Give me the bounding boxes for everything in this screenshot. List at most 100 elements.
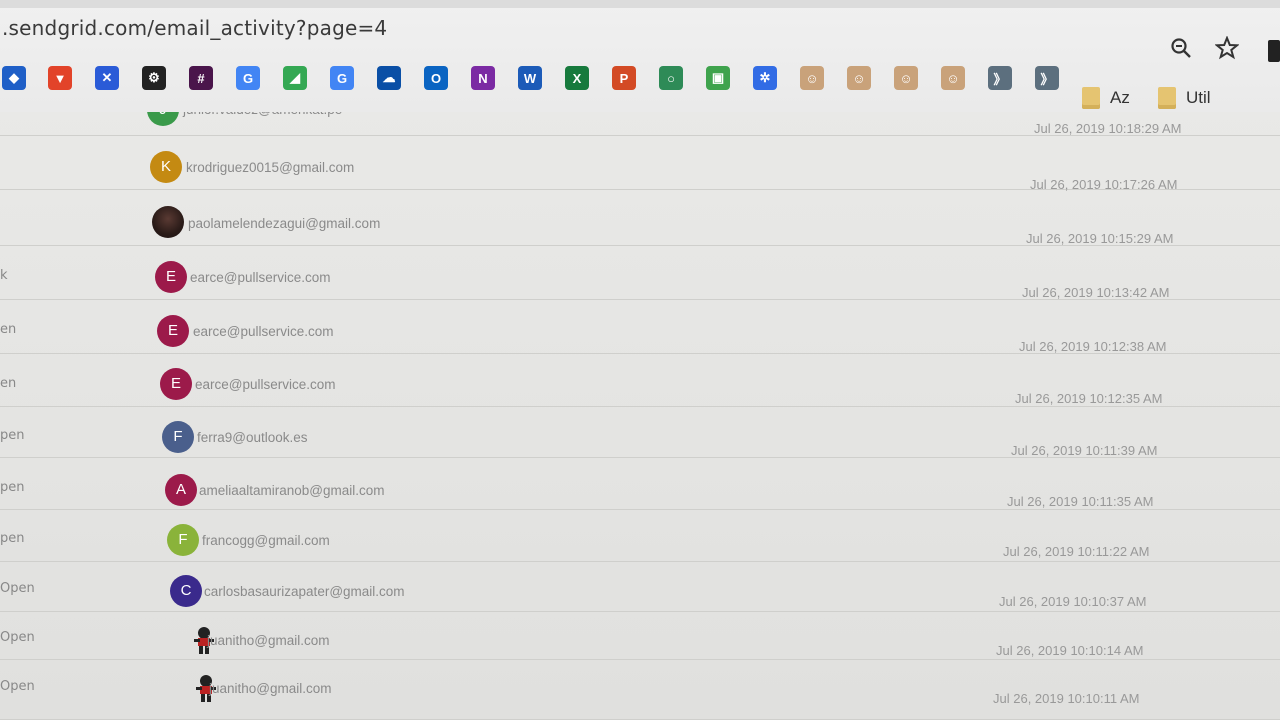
jenkins-icon: ☺ [941,66,965,90]
jenkins-icon: ☺ [800,66,824,90]
outlook-icon: O [424,66,448,90]
recipient-email[interactable]: earce@pullservice.com [195,377,336,392]
extension-icon[interactable] [1268,40,1280,62]
event-timestamp: Jul 26, 2019 10:11:39 AM [1011,443,1158,458]
powerpoint-bookmark[interactable]: P [612,62,636,94]
diamond-icon: ◆ [2,66,26,90]
avatar: F [162,421,194,453]
outlook-bookmark[interactable]: O [424,62,448,94]
event-status: Open [0,630,35,645]
translate-bookmark[interactable]: G [330,62,354,94]
folder-icon [1158,87,1176,109]
event-timestamp: Jul 26, 2019 10:13:42 AM [1022,285,1170,300]
event-status: en [0,376,17,391]
event-status: pen [0,480,25,495]
gitlab-bookmark[interactable]: ▼ [48,62,72,94]
jenkins-icon: ☺ [894,66,918,90]
slack-bookmark[interactable]: # [189,62,213,94]
zoom-icon[interactable] [1168,36,1194,62]
recipient-email[interactable]: krodriguez0015@gmail.com [186,160,354,175]
browser-chrome: .sendgrid.com/email_activity?page=4 ◆ ▼ ✕ ⚙… [0,0,1280,112]
recipient-email[interactable]: earce@pullservice.com [193,324,334,339]
circleci-bookmark[interactable]: ⚙ [142,62,166,94]
recipient-email[interactable]: earce@pullservice.com [190,270,331,285]
email-activity-list: edJjunior.valdez@amerikat.peJul 26, 2019… [0,94,1280,720]
jenkins-icon: ☺ [847,66,871,90]
bookmarks-bar: ◆ ▼ ✕ ⚙ # G ◢ G ☁ O N W X P ○ ▣ ✲ ☺ ☺ ☺ ☺ 》》 Az Util [0,62,1280,109]
avatar: C [170,575,202,607]
recipient-email[interactable]: juanitho@gmail.com [207,633,330,648]
event-status: en [0,322,17,337]
onedrive-icon: ☁ [377,66,401,90]
confluence-bookmark[interactable]: ✕ [95,62,119,94]
jenkins-bookmark-2[interactable]: ☺ [847,62,871,94]
maps-bookmark[interactable]: ◢ [283,62,307,94]
event-status: pen [0,531,25,546]
event-status: Open [0,581,35,596]
google-bookmark[interactable]: G [236,62,260,94]
bookmark-star-icon[interactable] [1214,35,1240,62]
recipient-email[interactable]: ferra9@outlook.es [197,430,308,445]
word-icon: W [518,66,542,90]
event-timestamp: Jul 26, 2019 10:15:29 AM [1026,231,1174,246]
jenkins-bookmark-4[interactable]: ☺ [941,62,965,94]
avatar-photo [152,206,184,238]
kubernetes-icon: ✲ [753,66,777,90]
recipient-email[interactable]: paolamelendezagui@gmail.com [188,216,380,231]
signal-icon: 》 [988,66,1012,90]
cube-icon: ▣ [706,66,730,90]
onenote-icon: N [471,66,495,90]
signal-bookmark-2[interactable]: 》 [1035,62,1059,94]
event-timestamp: Jul 26, 2019 10:11:22 AM [1003,544,1150,559]
excel-icon: X [565,66,589,90]
recipient-email[interactable]: carlosbasaurizapater@gmail.com [204,584,405,599]
folder-label: Util [1186,88,1211,107]
jenkins-bookmark-1[interactable]: ☺ [800,62,824,94]
folder-label: Az [1110,88,1130,107]
event-status: pen [0,428,25,443]
gitlab-icon: ▼ [48,66,72,90]
avatar: E [155,261,187,293]
excel-bookmark[interactable]: X [565,62,589,94]
avatar-cartoon [174,672,216,704]
ring-icon: ○ [659,66,683,90]
avatar: E [157,315,189,347]
slack-icon: # [189,66,213,90]
event-timestamp: Jul 26, 2019 10:18:29 AM [1034,121,1182,136]
folder-az[interactable]: Az [1082,82,1130,114]
recipient-email[interactable]: juanitho@gmail.com [209,681,332,696]
event-timestamp: Jul 26, 2019 10:10:37 AM [999,594,1147,609]
avatar: K [150,151,182,183]
folder-icon [1082,87,1100,109]
avatar: F [167,524,199,556]
recipient-email[interactable]: francogg@gmail.com [202,533,330,548]
translate-icon: G [330,66,354,90]
signal-bookmark-1[interactable]: 》 [988,62,1012,94]
event-timestamp: Jul 26, 2019 10:10:11 AM [993,691,1140,706]
jenkins-bookmark-3[interactable]: ☺ [894,62,918,94]
maps-icon: ◢ [283,66,307,90]
onedrive-bookmark[interactable]: ☁ [377,62,401,94]
avatar-cartoon [172,624,214,656]
recipient-email[interactable]: ameliaaltamiranob@gmail.com [199,483,385,498]
avatar: E [160,368,192,400]
event-timestamp: Jul 26, 2019 10:12:38 AM [1019,339,1167,354]
ring-bookmark[interactable]: ○ [659,62,683,94]
kubernetes-bookmark[interactable]: ✲ [753,62,777,94]
cube-bookmark[interactable]: ▣ [706,62,730,94]
folder-util[interactable]: Util [1158,82,1211,114]
event-timestamp: Jul 26, 2019 10:12:35 AM [1015,391,1163,406]
event-status: Open [0,679,35,694]
event-timestamp: Jul 26, 2019 10:11:35 AM [1007,494,1154,509]
word-bookmark[interactable]: W [518,62,542,94]
address-bar[interactable]: .sendgrid.com/email_activity?page=4 [2,16,387,40]
onenote-bookmark[interactable]: N [471,62,495,94]
event-timestamp: Jul 26, 2019 10:10:14 AM [996,643,1144,658]
powerpoint-icon: P [612,66,636,90]
circleci-icon: ⚙ [142,66,166,90]
event-status: k [0,268,8,283]
avatar: A [165,474,197,506]
tab-strip [0,0,1280,8]
signal-icon: 》 [1035,66,1059,90]
jira-bookmark[interactable]: ◆ [2,62,26,94]
